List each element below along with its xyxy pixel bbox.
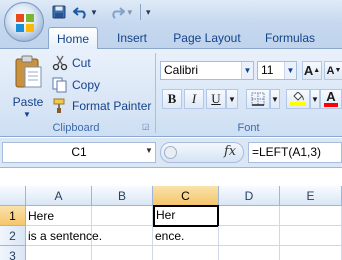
underline-dropdown-icon[interactable]: ▼	[226, 89, 238, 109]
cell-b1[interactable]	[92, 206, 153, 226]
grow-font-label: A	[303, 63, 314, 78]
paste-icon	[15, 55, 42, 88]
undo-icon[interactable]	[72, 3, 90, 21]
cell-c3[interactable]	[153, 246, 219, 260]
quick-access-separator	[140, 4, 141, 20]
cell-e1[interactable]	[280, 206, 342, 226]
save-icon[interactable]	[50, 3, 68, 21]
column-header-e[interactable]: E	[280, 186, 342, 206]
row-header-2[interactable]: 2	[0, 226, 26, 246]
cell-c1[interactable]: Her	[153, 205, 219, 227]
font-group-label: Font	[237, 122, 260, 134]
cell-d1[interactable]	[219, 206, 280, 226]
cell-d3[interactable]	[219, 246, 280, 260]
font-color-swatch	[324, 103, 338, 107]
format-painter-button[interactable]: Format Painter	[52, 96, 151, 116]
title-bar: ▼ ▼ ▾	[0, 0, 342, 24]
clipboard-group-label: Clipboard	[52, 122, 100, 134]
italic-label: I	[191, 91, 197, 106]
redo-dropdown-icon[interactable]: ▼	[126, 8, 134, 17]
row-header-3[interactable]: 3	[0, 246, 26, 260]
borders-dropdown-icon[interactable]: ▼	[270, 89, 280, 109]
tab-insert[interactable]: Insert	[106, 27, 158, 49]
fill-color-button[interactable]	[286, 89, 310, 109]
font-size-select[interactable]: 11 ▼	[257, 61, 297, 80]
shrink-font-button[interactable]: A ▼	[324, 61, 342, 80]
grow-font-button[interactable]: A ▲	[302, 61, 322, 80]
clipboard-launcher-icon[interactable]: ◲	[142, 122, 152, 132]
copy-icon	[52, 77, 67, 93]
font-family-value: Calibri	[164, 63, 199, 77]
chevron-down-icon[interactable]: ▼	[284, 62, 296, 79]
row-header-1[interactable]: 1	[0, 206, 26, 226]
font-color-button[interactable]: A	[320, 89, 342, 109]
chevron-down-icon[interactable]: ▼	[145, 146, 153, 155]
tab-page-layout[interactable]: Page Layout	[166, 27, 248, 49]
chevron-down-icon[interactable]: ▼	[241, 62, 253, 79]
cut-button[interactable]: Cut	[52, 53, 91, 73]
copy-label: Copy	[72, 78, 101, 92]
office-logo-icon	[16, 14, 34, 32]
bold-label: B	[167, 91, 177, 106]
select-all-corner[interactable]	[0, 186, 26, 206]
paste-dropdown-icon[interactable]: ▼	[23, 110, 31, 119]
font-family-select[interactable]: Calibri ▼	[160, 61, 254, 80]
column-header-b[interactable]: B	[92, 186, 153, 206]
column-header-c[interactable]: C	[153, 186, 219, 206]
shrink-font-label: A	[326, 64, 335, 77]
cell-d2[interactable]	[219, 226, 280, 246]
scissors-icon	[52, 55, 68, 71]
chevron-down-icon[interactable]: ▾	[146, 7, 151, 18]
italic-button[interactable]: I	[184, 89, 204, 109]
cell-e2[interactable]	[280, 226, 342, 246]
cut-label: Cut	[72, 56, 91, 70]
formula-input[interactable]: =LEFT(A1,3)	[248, 142, 342, 163]
cell-e3[interactable]	[280, 246, 342, 260]
tab-home[interactable]: Home	[48, 27, 98, 50]
fill-color-swatch	[290, 102, 306, 106]
undo-dropdown-icon[interactable]: ▼	[90, 8, 98, 17]
font-color-label: A	[326, 89, 336, 104]
customize-quick-access[interactable]: ▾	[146, 3, 151, 21]
borders-button[interactable]	[246, 89, 270, 109]
format-painter-label: Format Painter	[72, 99, 152, 113]
underline-button[interactable]: U	[206, 89, 226, 109]
borders-icon	[251, 92, 265, 106]
formula-bar: C1 ▼ fx =LEFT(A1,3)	[0, 138, 342, 168]
cell-c2[interactable]: ence.	[153, 226, 219, 246]
column-header-a[interactable]: A	[26, 186, 92, 206]
redo-icon[interactable]	[108, 3, 126, 21]
insert-function-button[interactable]: fx	[224, 144, 236, 159]
name-box-value: C1	[71, 145, 87, 159]
office-button[interactable]	[4, 2, 44, 42]
fill-color-dropdown-icon[interactable]: ▼	[310, 89, 320, 109]
paste-button[interactable]: Paste ▼	[6, 53, 50, 119]
ribbon-tabs: Home Insert Page Layout Formulas	[0, 24, 342, 50]
font-size-value: 11	[261, 63, 274, 77]
name-box[interactable]: C1	[2, 142, 156, 163]
copy-button[interactable]: Copy	[52, 75, 100, 95]
quick-access-toolbar: ▼ ▼	[50, 3, 134, 21]
cell-a2[interactable]: is a sentence.	[26, 226, 102, 246]
column-header-d[interactable]: D	[219, 186, 280, 206]
bold-button[interactable]: B	[162, 89, 182, 109]
cell-a3[interactable]	[26, 246, 92, 260]
cell-b3[interactable]	[92, 246, 153, 260]
paintbrush-icon	[53, 98, 65, 113]
knob-icon	[164, 146, 177, 159]
cell-a1[interactable]: Here	[26, 206, 92, 226]
paint-bucket-icon	[293, 92, 304, 101]
tab-formulas[interactable]: Formulas	[256, 27, 324, 49]
cell-b2[interactable]	[92, 226, 153, 246]
ribbon: Paste ▼ Cut Copy Format Painter Clipboar…	[0, 49, 342, 137]
paste-label: Paste	[12, 95, 44, 109]
underline-label: U	[211, 91, 221, 106]
